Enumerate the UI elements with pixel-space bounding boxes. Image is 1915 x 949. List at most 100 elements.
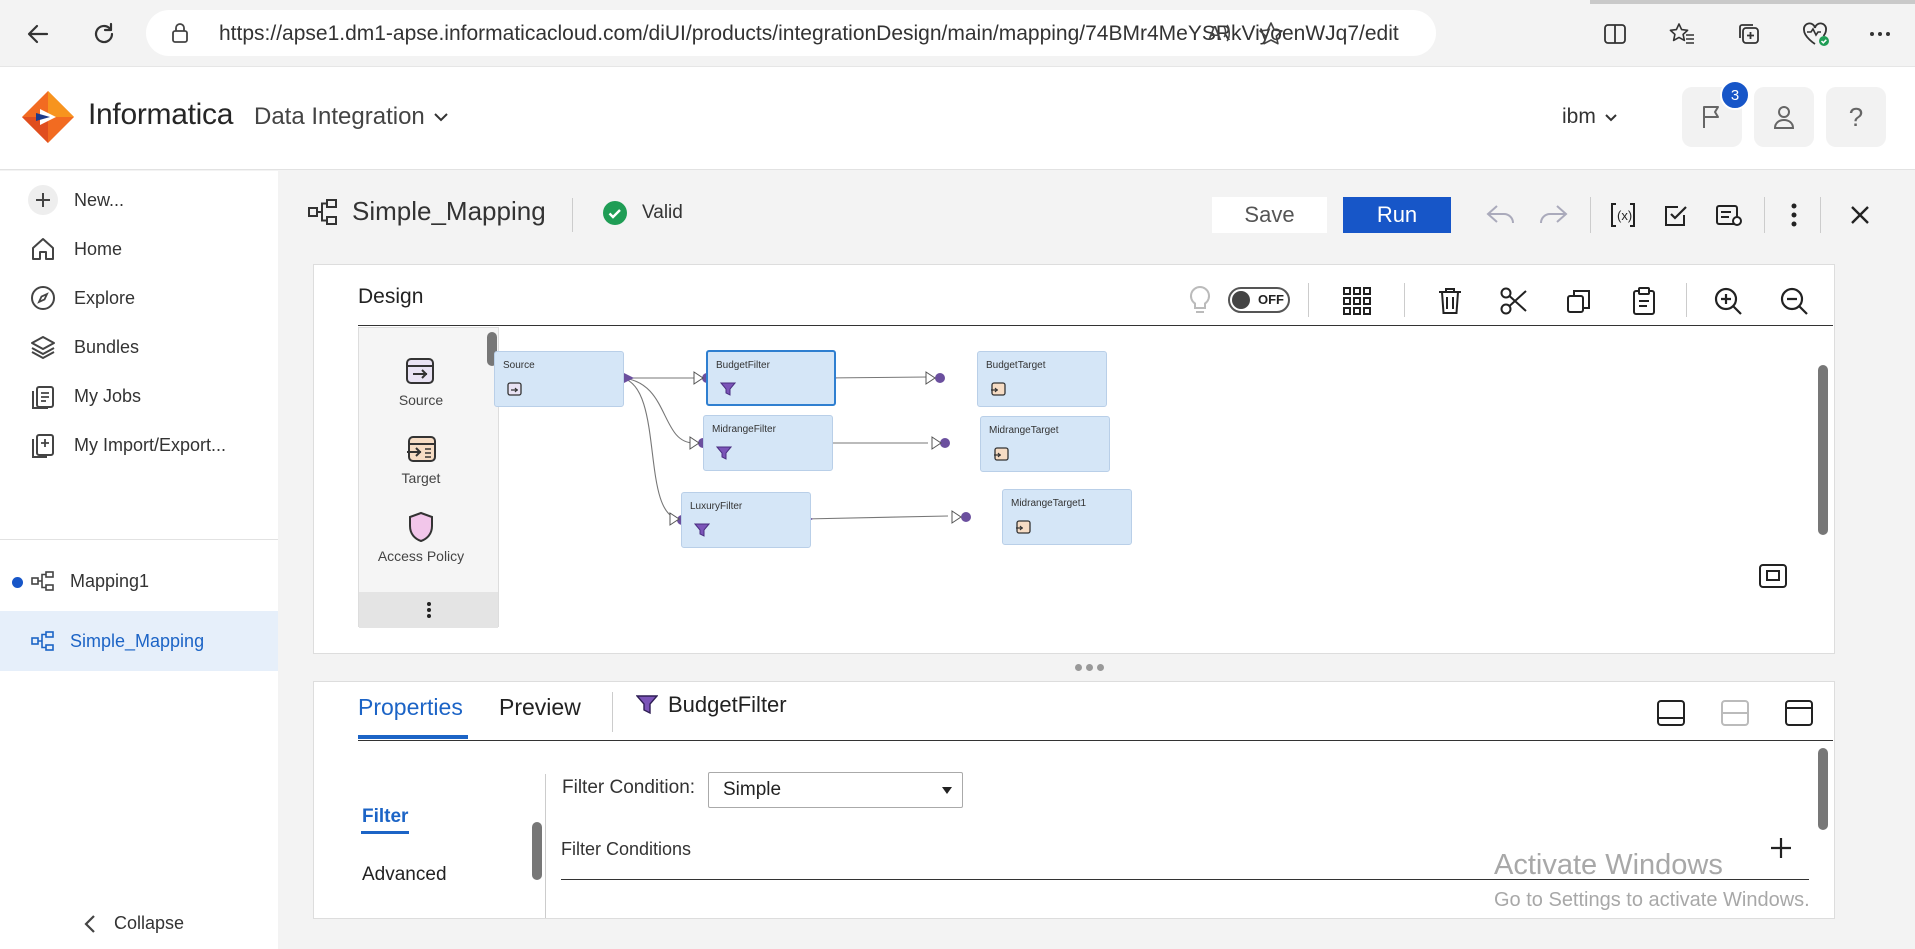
undo-icon[interactable]: [1483, 197, 1519, 233]
node-midrange-target[interactable]: MidrangeTarget: [980, 416, 1110, 472]
section-advanced[interactable]: Advanced: [362, 864, 447, 886]
recommendations-lightbulb-icon[interactable]: [1182, 283, 1218, 319]
sections-scrollbar[interactable]: [532, 822, 542, 880]
tab-properties[interactable]: Properties: [358, 694, 463, 721]
node-source[interactable]: Source: [494, 351, 624, 407]
add-condition-button[interactable]: [1769, 832, 1793, 866]
help-button[interactable]: ?: [1826, 87, 1886, 147]
address-bar[interactable]: https://apse1.dm1-apse.informaticacloud.…: [146, 10, 1436, 56]
canvas-scrollbar[interactable]: [1818, 365, 1828, 535]
section-active-indicator: [361, 831, 409, 834]
split-screen-icon[interactable]: [1599, 18, 1631, 50]
sidebar-item-label: Bundles: [74, 336, 140, 357]
design-panel: Design OFF Source Target Access Policy S…: [313, 264, 1835, 654]
parameters-icon[interactable]: (x): [1605, 197, 1641, 233]
filter-icon: [693, 523, 711, 542]
node-budget-target[interactable]: BudgetTarget: [977, 351, 1107, 407]
back-icon[interactable]: [20, 16, 56, 52]
browser-menu-icon[interactable]: [1864, 18, 1896, 50]
refresh-icon[interactable]: [86, 16, 122, 52]
favorites-icon[interactable]: [1666, 18, 1698, 50]
panel-resize-handle[interactable]: [1075, 664, 1104, 671]
toolbar-divider: [1590, 197, 1591, 233]
lock-icon[interactable]: [170, 22, 190, 49]
paste-icon[interactable]: [1626, 283, 1662, 319]
design-header-divider: [358, 325, 1833, 326]
collections-icon[interactable]: [1733, 18, 1765, 50]
dock-bottom-icon[interactable]: [1654, 696, 1688, 730]
toolbar-divider: [1764, 197, 1765, 233]
chevron-left-icon: [84, 914, 95, 933]
open-tab-label: Simple_Mapping: [70, 630, 205, 651]
mapping-canvas[interactable]: Source BudgetFilter BudgetTarget Midrang…: [494, 327, 1800, 647]
mapping-properties-icon[interactable]: [1711, 197, 1747, 233]
node-budget-filter[interactable]: BudgetFilter: [706, 350, 836, 406]
sidebar-item-import-export[interactable]: My Import/Export...: [28, 430, 226, 460]
node-label: Source: [503, 360, 535, 371]
open-tab-label: Mapping1: [70, 570, 150, 591]
palette-target[interactable]: Target: [359, 432, 483, 486]
sidebar-item-explore[interactable]: Explore: [28, 283, 135, 313]
fit-to-screen-icon[interactable]: [1758, 563, 1788, 594]
user-icon: [1773, 106, 1795, 129]
sidebar-item-home[interactable]: Home: [28, 234, 122, 264]
home-icon: [28, 234, 58, 264]
browser-health-icon[interactable]: [1800, 18, 1832, 50]
node-label: LuxuryFilter: [690, 501, 743, 512]
cut-icon[interactable]: [1496, 283, 1532, 319]
help-icon: ?: [1848, 101, 1864, 132]
copy-icon[interactable]: [1561, 283, 1597, 319]
validate-icon[interactable]: [1658, 197, 1694, 233]
zoom-out-icon[interactable]: [1776, 283, 1812, 319]
dock-middle-icon[interactable]: [1718, 696, 1752, 730]
windows-watermark-subtitle: Go to Settings to activate Windows.: [1494, 889, 1810, 911]
filter-condition-select[interactable]: Simple: [708, 772, 963, 808]
section-filter[interactable]: Filter: [362, 806, 408, 828]
toggle-knob: [1232, 291, 1250, 309]
vertical-ellipsis-icon: [426, 602, 431, 618]
import-export-icon: [28, 430, 58, 460]
save-button[interactable]: Save: [1212, 197, 1327, 233]
product-switcher[interactable]: Data Integration: [254, 103, 449, 131]
redo-icon[interactable]: [1535, 197, 1571, 233]
zoom-in-icon[interactable]: [1710, 283, 1746, 319]
left-sidebar: New... Home Explore Bundles My Jobs My I…: [0, 171, 278, 949]
palette-access-policy[interactable]: Access Policy: [359, 510, 483, 564]
palette-more-button[interactable]: [359, 592, 498, 628]
sidebar-item-label: My Jobs: [74, 385, 142, 406]
plus-icon: [28, 185, 58, 215]
new-button[interactable]: New...: [28, 185, 124, 215]
node-label: MidrangeTarget1: [1011, 498, 1087, 509]
properties-scrollbar[interactable]: [1818, 748, 1828, 830]
open-tab-simple-mapping[interactable]: Simple_Mapping: [30, 626, 204, 656]
org-name: ibm: [1562, 105, 1596, 128]
informatica-logo[interactable]: [20, 89, 76, 150]
favorite-star-icon[interactable]: [1258, 21, 1284, 52]
node-label: MidrangeTarget: [989, 425, 1059, 436]
palette-source[interactable]: Source: [359, 354, 483, 408]
open-tab-mapping1[interactable]: Mapping1: [30, 566, 149, 596]
run-button[interactable]: Run: [1343, 197, 1451, 233]
recommendations-toggle[interactable]: OFF: [1228, 287, 1290, 313]
read-aloud-icon[interactable]: A: [1206, 21, 1232, 50]
more-actions-icon[interactable]: [1776, 197, 1812, 233]
collapse-button[interactable]: Collapse: [84, 913, 184, 934]
tab-preview[interactable]: Preview: [499, 694, 581, 721]
org-switcher[interactable]: ibm: [1562, 105, 1618, 129]
filter-condition-value: Simple: [723, 779, 782, 800]
arrange-all-icon[interactable]: [1339, 283, 1375, 319]
dock-top-icon[interactable]: [1782, 696, 1816, 730]
product-name: Data Integration: [254, 103, 425, 130]
validation-status: Valid: [602, 200, 683, 226]
filter-icon: [715, 446, 733, 465]
svg-text:(x): (x): [1617, 208, 1632, 223]
node-midrange-target1[interactable]: MidrangeTarget1: [1002, 489, 1132, 545]
delete-icon[interactable]: [1432, 283, 1468, 319]
sidebar-item-my-jobs[interactable]: My Jobs: [28, 381, 141, 411]
sidebar-item-bundles[interactable]: Bundles: [28, 332, 139, 362]
user-profile-button[interactable]: [1754, 87, 1814, 147]
node-midrange-filter[interactable]: MidrangeFilter: [703, 415, 833, 471]
node-luxury-filter[interactable]: LuxuryFilter: [681, 492, 811, 548]
unsaved-indicator: [12, 577, 23, 588]
close-icon[interactable]: [1842, 197, 1878, 233]
